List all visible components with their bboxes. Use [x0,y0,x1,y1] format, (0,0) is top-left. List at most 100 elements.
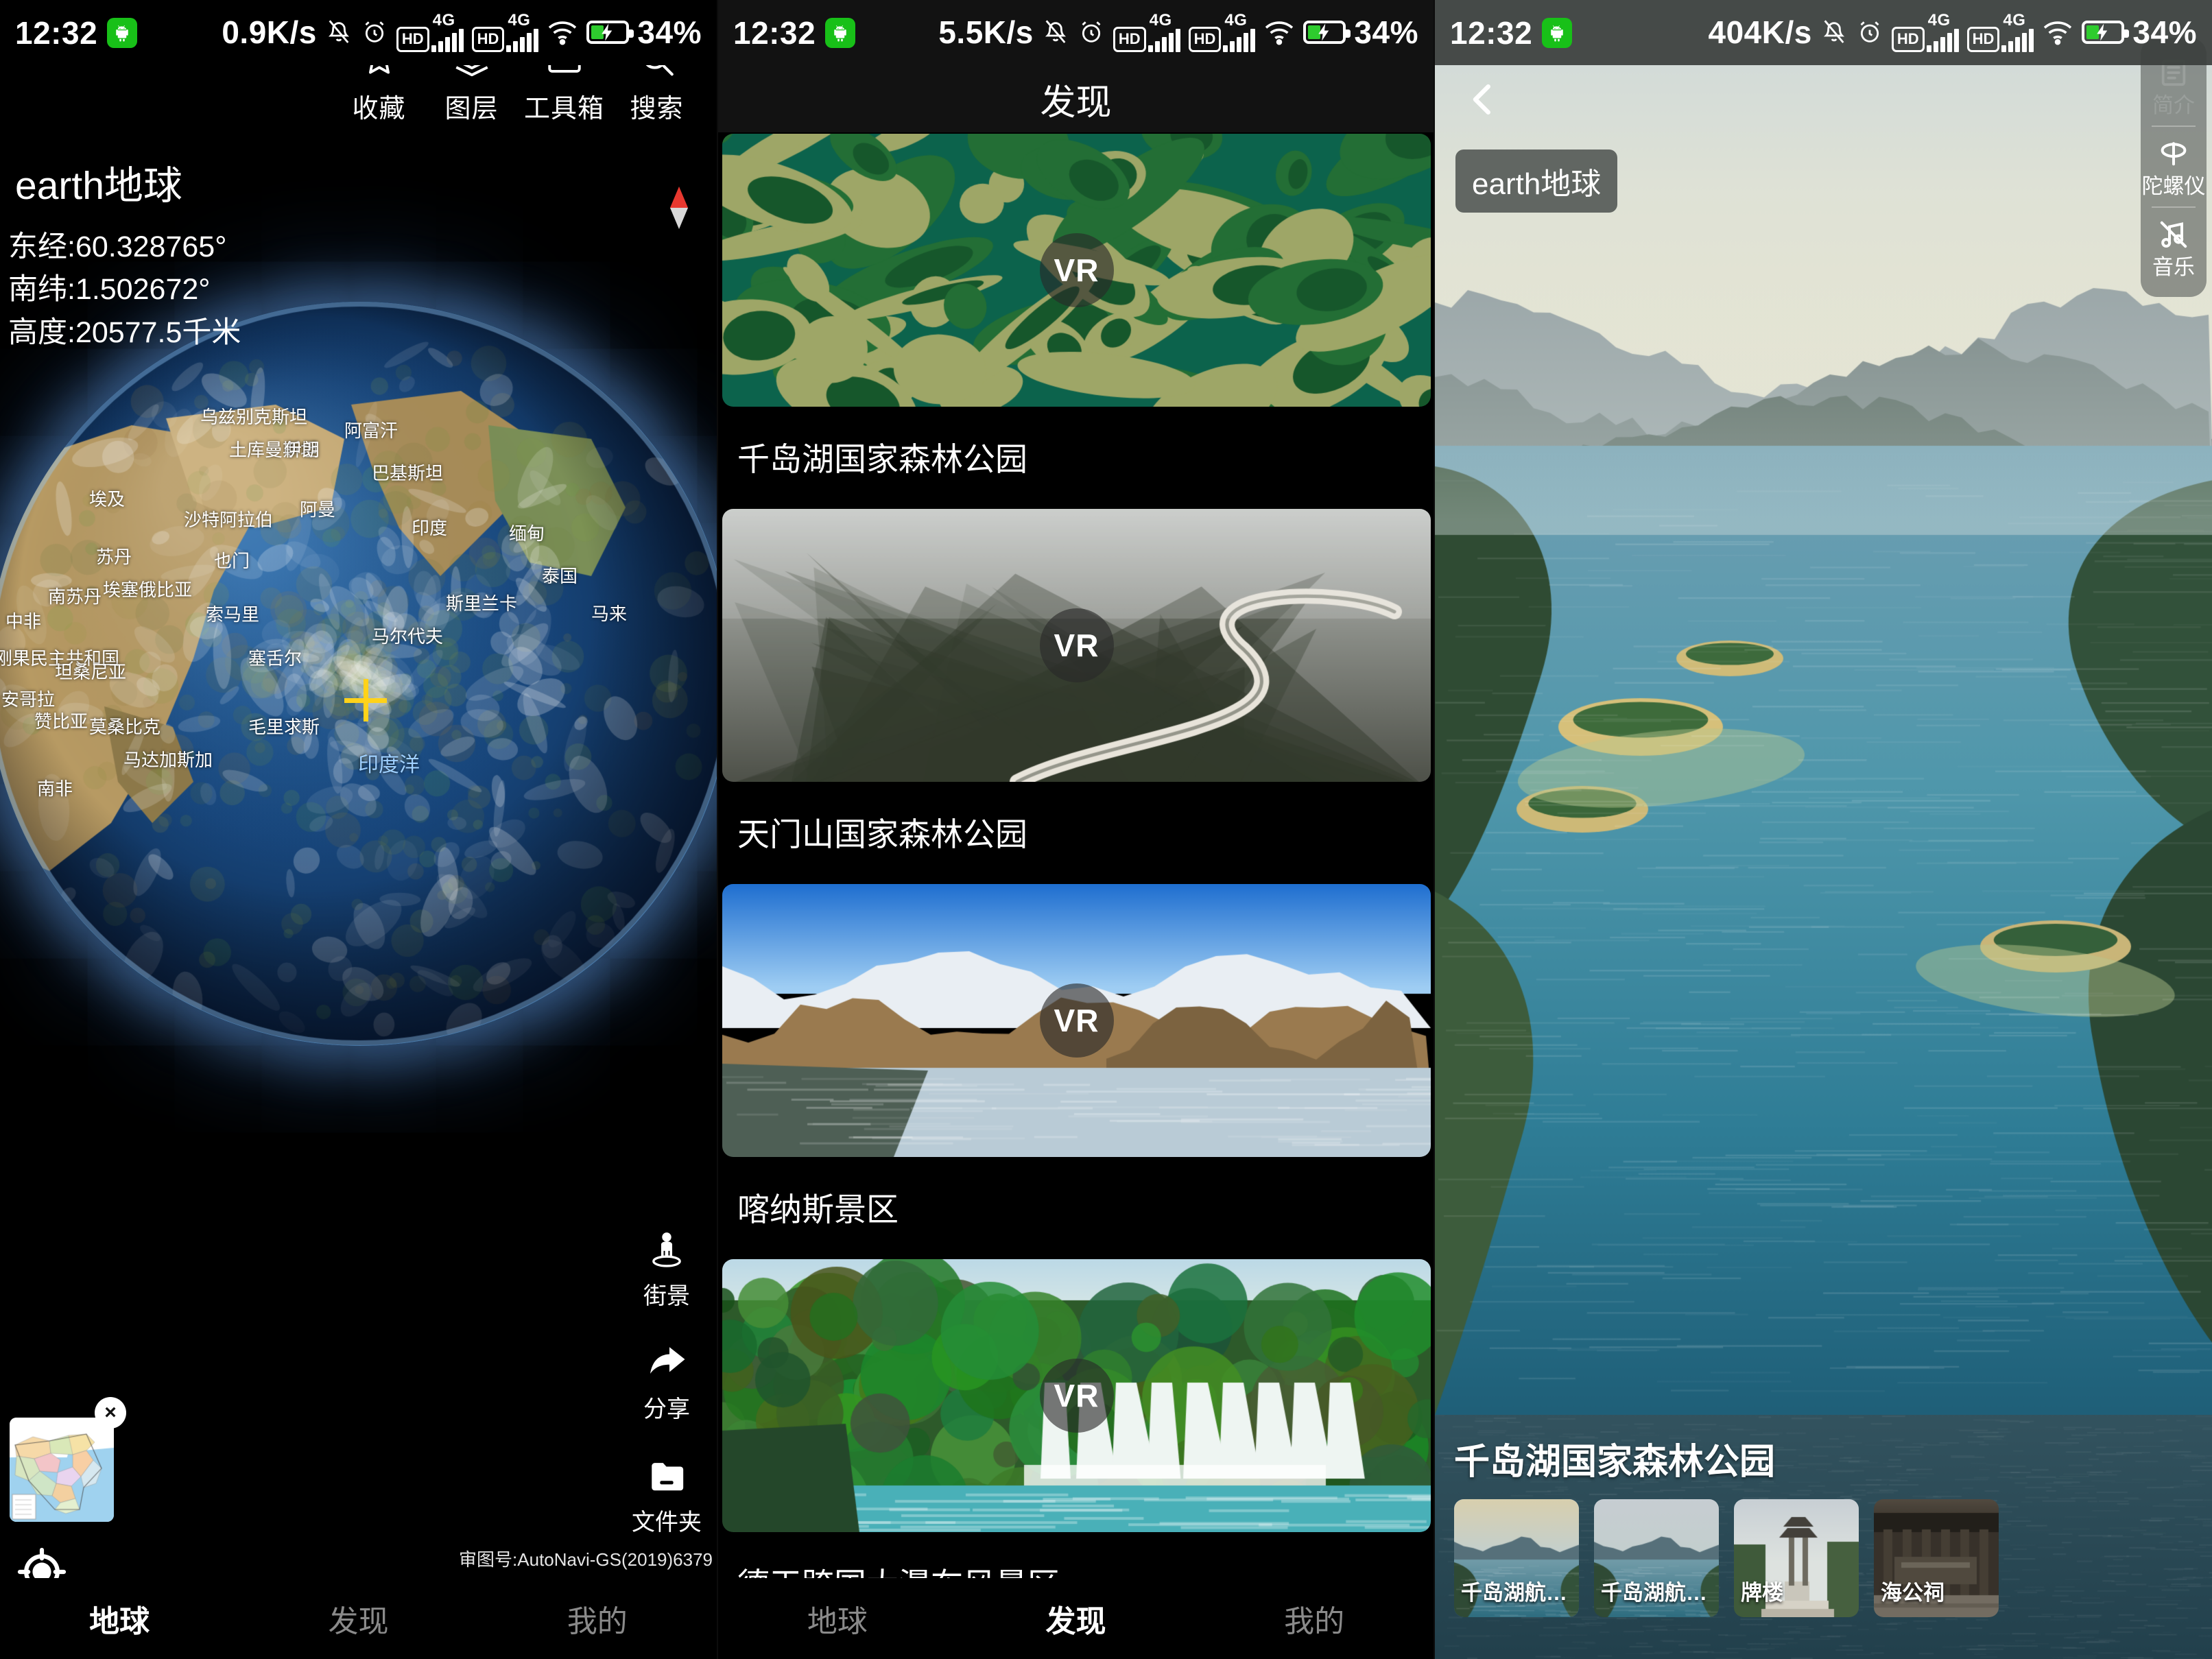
tab-discover[interactable]: 发现 [239,1597,477,1640]
globe-label: 也门 [214,551,250,571]
vr-badge[interactable]: VR [1039,983,1114,1058]
tool-share[interactable]: 分享 [643,1342,690,1424]
globe-label: 坦桑尼亚 [55,662,127,682]
globe-ocean-label: 印度洋 [358,754,420,776]
signal-bars-icon-3a [1926,28,1959,52]
hd-signal-group-2b: HD 4G [1188,12,1256,52]
globe-label: 埃塞俄比亚 [103,580,193,600]
minimap-widget[interactable]: × [10,1397,126,1522]
panel-panorama-viewer: 12:32 404K/s HD 4G HD 4G 34% earth地球 简介 … [1434,0,2212,1659]
longitude-value: 东经:60.328765° [8,230,227,263]
card-thumbnail[interactable]: VR [722,134,1431,407]
signal-bars-icon-2b [1223,28,1256,52]
globe-label: 索马里 [206,604,260,625]
globe-label: 马尔代夫 [372,626,444,647]
hd-signal-group-1: HD 4G [396,12,464,52]
tool-label-street-view: 街景 [643,1283,690,1309]
chevron-left-icon [1462,79,1503,123]
network-speed: 0.9K/s [222,14,317,51]
folder-icon [647,1455,687,1498]
alarm-clock-icon [361,19,388,46]
bottom-tab-bar: 地球 发现 我的 [0,1578,717,1659]
signal-bars-icon-3b [2001,28,2034,52]
back-button[interactable] [1453,71,1512,130]
three-panel-screenshot: 乌兹别克斯坦 土库曼斯坦 阿富汗 伊朗 巴基斯坦 埃及 沙特阿拉伯 阿曼 印度 苏丹 也门 缅甸 泰国索… [0,0,2212,1659]
status-time-2: 12:32 [733,14,816,51]
wifi-icon [547,19,578,46]
globe-label: 阿富汗 [344,420,399,441]
list-item[interactable]: VR 德天跨国大瀑布风景区 [718,1259,1434,1578]
list-item[interactable]: VR 喀纳斯景区 [718,884,1434,1259]
hd-badge-2a: HD [1113,26,1146,52]
side-item-gyroscope[interactable]: 陀螺仪 [2141,126,2207,206]
android-icon-2 [825,17,856,48]
vr-badge[interactable]: VR [1039,1359,1114,1433]
compass-needle-icon [667,187,691,229]
globe-place-labels: 乌兹别克斯坦 土库曼斯坦 阿富汗 伊朗 巴基斯坦 埃及 沙特阿拉伯 阿曼 印度 苏丹 也门 缅甸 泰国索… [0,302,717,1046]
toolbar-label-search: 搜索 [630,95,684,123]
globe-label: 沙特阿拉伯 [184,510,274,530]
tool-label-share: 分享 [643,1396,690,1422]
alarm-clock-icon-2 [1078,19,1105,46]
toolbar-label-toolbox: 工具箱 [523,95,604,123]
coordinates-readout: 东经:60.328765° 南纬:1.502672° 高度:20577.5千米 [8,226,241,354]
discover-card-list[interactable]: VR 千岛湖国家森林公园 VR 天门山国家森林公园 VR 喀纳斯景区 VR [718,134,1434,1578]
gyroscope-icon [2157,135,2190,172]
tool-folder[interactable]: 文件夹 [632,1455,702,1537]
battery-icon [586,21,634,45]
panorama-side-toolbar: 简介 陀螺仪 音乐 [2141,38,2207,298]
bell-muted-icon-2 [1042,17,1069,47]
earth-globe[interactable]: 乌兹别克斯坦 土库曼斯坦 阿富汗 伊朗 巴基斯坦 埃及 沙特阿拉伯 阿曼 印度 苏丹 也门 缅甸 泰国索… [0,302,717,1046]
hd-badge-2b: HD [1188,26,1222,52]
list-item[interactable]: VR 天门山国家森林公园 [718,509,1434,884]
globe-label: 塞舌尔 [248,648,302,669]
list-item[interactable]: VR 千岛湖国家森林公园 [718,134,1434,509]
thumbnail-item[interactable]: 千岛湖航… [1594,1499,1719,1617]
globe-label: 南非 [37,778,73,799]
globe-label: 马来 [591,604,628,624]
card-title: 天门山国家森林公园 [737,816,1027,852]
center-crosshair-marker [344,679,387,721]
thumbnail-item[interactable]: 千岛湖航… [1454,1499,1579,1617]
side-label-gyroscope: 陀螺仪 [2141,174,2206,199]
card-thumbnail[interactable]: VR [722,509,1431,782]
toolbar-label-layers: 图层 [444,95,499,123]
music-off-icon [2157,216,2190,253]
thumbnail-item[interactable]: 牌楼 [1734,1499,1859,1617]
panorama-source-chip: earth地球 [1455,150,1618,213]
side-item-music[interactable]: 音乐 [2141,206,2207,287]
android-icon-3 [1542,17,1573,48]
close-icon[interactable]: × [95,1397,126,1429]
share-icon [646,1342,687,1385]
battery-icon-2 [1303,21,1351,45]
card-thumbnail[interactable]: VR [722,884,1431,1157]
status-time-3: 12:32 [1450,14,1533,51]
status-bar-2: 12:32 5.5K/s HD 4G HD 4G 34% [718,0,1434,65]
globe-label: 伊朗 [284,440,320,460]
tab-mine-2[interactable]: 我的 [1195,1597,1434,1640]
network-speed-3: 404K/s [1708,14,1812,51]
panel-discover-list: 12:32 5.5K/s HD 4G HD 4G 34% 发现 VR 千岛湖国家… [717,0,1434,1659]
vr-badge[interactable]: VR [1039,608,1114,682]
thumbnail-label: 牌楼 [1741,1581,1783,1605]
signal-bars-icon-2 [506,28,539,52]
panorama-thumbnail-strip[interactable]: 千岛湖航… 千岛湖航… 牌楼 海公祠 [1454,1499,2212,1617]
altitude-value: 高度:20577.5千米 [8,315,241,349]
pegman-icon [647,1229,686,1272]
minimap-thumbnail[interactable] [10,1418,114,1522]
globe-label: 缅甸 [509,523,545,544]
earth-info-overlay: earth地球 东经:60.328765° 南纬:1.502672° 高度:20… [8,154,241,354]
vr-badge[interactable]: VR [1039,233,1114,307]
network-type-label-3a: 4G [1927,11,1951,30]
tab-earth[interactable]: 地球 [0,1597,239,1640]
globe-label: 斯里兰卡 [446,593,518,614]
panorama-info-panel: 千岛湖国家森林公园 千岛湖航… 千岛湖航… 牌楼 海公祠 [1435,1415,2212,1659]
tab-discover-2[interactable]: 发现 [957,1597,1196,1640]
thumbnail-item[interactable]: 海公祠 [1874,1499,1999,1617]
wifi-icon-2 [1263,19,1295,46]
tab-mine[interactable]: 我的 [478,1597,717,1640]
tab-earth-2[interactable]: 地球 [718,1597,957,1640]
tool-street-view[interactable]: 街景 [643,1229,690,1311]
card-thumbnail[interactable]: VR [722,1259,1431,1532]
tool-label-folder: 文件夹 [632,1509,702,1536]
